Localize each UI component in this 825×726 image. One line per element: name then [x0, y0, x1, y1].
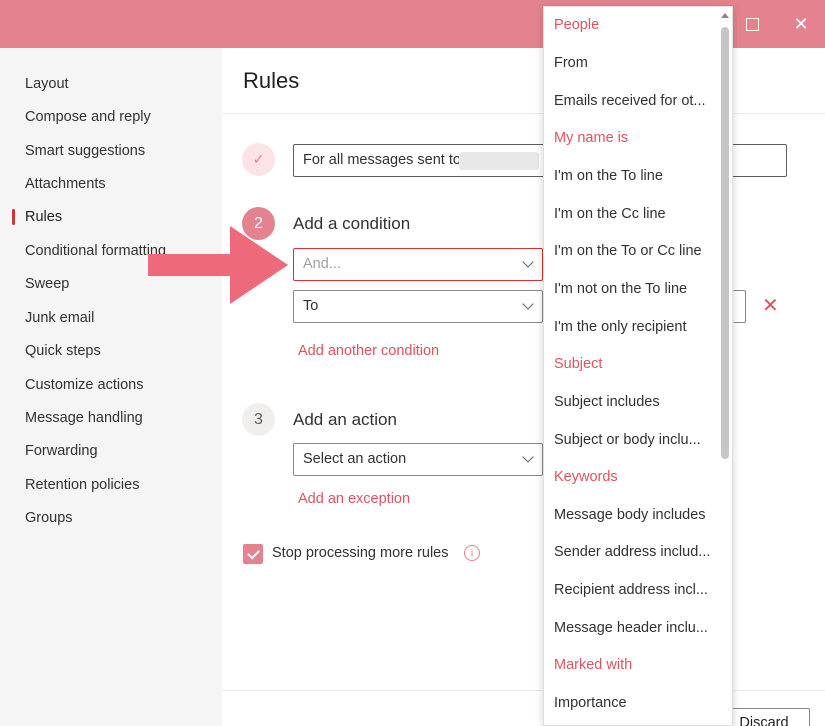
- dropdown-option[interactable]: I'm on the To or Cc line: [554, 243, 714, 259]
- sidebar-item-message-handling[interactable]: Message handling: [25, 408, 143, 428]
- sidebar-item-attachments[interactable]: Attachments: [25, 174, 106, 194]
- add-another-condition-link[interactable]: Add another condition: [298, 343, 439, 359]
- dropdown-option[interactable]: I'm on the To line: [554, 168, 714, 184]
- dropdown-option[interactable]: Message header inclu...: [554, 620, 714, 636]
- sidebar-item-rules[interactable]: Rules: [25, 207, 62, 227]
- maximize-button[interactable]: [729, 0, 775, 48]
- dropdown-header-people: People: [554, 17, 600, 33]
- stop-processing-checkbox[interactable]: [243, 544, 263, 564]
- action-select-placeholder: Select an action: [303, 451, 407, 467]
- condition-select[interactable]: And...: [293, 248, 543, 281]
- dropdown-option[interactable]: I'm the only recipient: [554, 319, 714, 335]
- dropdown-scrollbar[interactable]: [721, 27, 729, 459]
- close-window-button[interactable]: ✕: [778, 0, 824, 48]
- step-1-check-icon: ✓: [242, 143, 275, 176]
- sidebar-item-quick-steps[interactable]: Quick steps: [25, 341, 101, 361]
- sidebar-item-customize-actions[interactable]: Customize actions: [25, 375, 143, 395]
- delete-condition-icon[interactable]: ✕: [762, 296, 779, 316]
- dropdown-option[interactable]: Emails received for ot...: [554, 93, 714, 109]
- sidebar-item-junk-email[interactable]: Junk email: [25, 308, 94, 328]
- add-action-label: Add an action: [293, 410, 397, 429]
- sidebar-item-retention-policies[interactable]: Retention policies: [25, 475, 139, 495]
- stop-processing-label: Stop processing more rules: [272, 545, 449, 561]
- second-condition-value: To: [303, 298, 319, 314]
- header-divider: [222, 113, 825, 114]
- chevron-down-icon: [522, 451, 534, 463]
- sidebar-item-smart-suggestions[interactable]: Smart suggestions: [25, 141, 145, 161]
- second-condition-select[interactable]: To: [293, 290, 543, 323]
- condition-select-placeholder: And...: [303, 256, 341, 272]
- redacted-recipient: [459, 152, 539, 170]
- rule-condition-text: For all messages sent to: [303, 152, 461, 168]
- sidebar-item-sweep[interactable]: Sweep: [25, 274, 69, 294]
- dropdown-option[interactable]: Importance: [554, 695, 714, 711]
- page-title: Rules: [243, 68, 300, 93]
- sidebar-item-compose-and-reply[interactable]: Compose and reply: [25, 107, 151, 127]
- dropdown-header-my-name-is: My name is: [554, 130, 629, 146]
- sidebar-item-forwarding[interactable]: Forwarding: [25, 441, 98, 461]
- active-indicator: [12, 209, 15, 225]
- dropdown-header-keywords: Keywords: [554, 469, 618, 485]
- dropdown-header-subject: Subject: [554, 356, 603, 372]
- step-3-badge: 3: [242, 403, 275, 436]
- dropdown-option[interactable]: Sender address includ...: [554, 544, 714, 560]
- dropdown-header-marked-with: Marked with: [554, 657, 633, 673]
- action-select[interactable]: Select an action: [293, 443, 543, 476]
- add-condition-label: Add a condition: [293, 214, 411, 233]
- dropdown-option[interactable]: I'm on the Cc line: [554, 206, 714, 222]
- dropdown-option[interactable]: From: [554, 55, 714, 71]
- chevron-down-icon: [522, 256, 534, 268]
- dropdown-option[interactable]: Recipient address incl...: [554, 582, 714, 598]
- dropdown-option[interactable]: Subject includes: [554, 394, 714, 410]
- footer-divider: [222, 690, 825, 691]
- sidebar-item-groups[interactable]: Groups: [25, 508, 73, 528]
- add-exception-link[interactable]: Add an exception: [298, 491, 410, 507]
- chevron-down-icon: [522, 298, 534, 310]
- info-icon[interactable]: i: [464, 545, 480, 561]
- scroll-up-icon[interactable]: [721, 13, 729, 18]
- sidebar-item-conditional-formatting[interactable]: Conditional formatting: [25, 241, 166, 261]
- sidebar-item-layout[interactable]: Layout: [25, 74, 69, 94]
- condition-value-input[interactable]: [733, 290, 746, 323]
- dropdown-option[interactable]: Message body includes: [554, 507, 714, 523]
- dropdown-option[interactable]: I'm not on the To line: [554, 281, 714, 297]
- annotation-arrow-icon: [148, 226, 288, 304]
- dropdown-option[interactable]: Subject or body inclu...: [554, 432, 714, 448]
- condition-dropdown: People From Emails received for ot... My…: [543, 6, 733, 726]
